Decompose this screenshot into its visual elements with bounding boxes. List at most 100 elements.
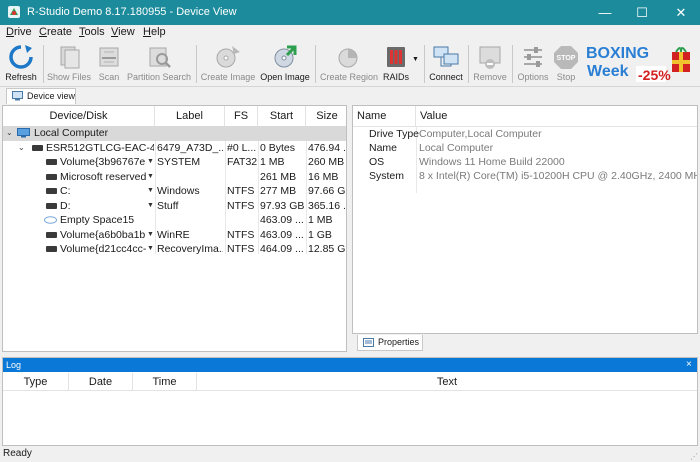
svg-text:Week: Week [587, 63, 629, 80]
table-row[interactable]: ⌄ ESR512GTLCG-EAC-4... 6479_A73D_... #0 … [3, 141, 346, 156]
remove-icon [479, 46, 501, 69]
app-icon [8, 6, 20, 18]
property-row[interactable]: System 8 x Intel(R) Core(TM) i5-10200H C… [353, 169, 697, 183]
toolbar-separator [512, 45, 513, 83]
empty-space-icon [44, 216, 57, 224]
menu-drive[interactable]: Drive [6, 26, 32, 38]
log-panel: Log × Type Date Time Text [2, 357, 698, 446]
scan-button[interactable]: Scan [93, 41, 125, 87]
collapse-icon[interactable]: ⌄ [18, 143, 25, 152]
computer-icon [17, 128, 30, 138]
create-image-icon [216, 46, 240, 68]
column-header-label[interactable]: Label [155, 106, 225, 127]
column-header-value[interactable]: Value [416, 106, 697, 127]
properties-icon [363, 338, 374, 347]
table-row[interactable]: Empty Space15 463.09 ... 1 MB [3, 213, 346, 228]
view-tab-strip: Device view [0, 87, 700, 104]
dropdown-arrow-icon[interactable]: ▼ [147, 231, 154, 238]
raids-button[interactable]: RAIDs [381, 41, 411, 87]
property-row[interactable]: Name Local Computer [353, 141, 697, 155]
svg-text:STOP: STOP [557, 55, 576, 62]
svg-text:BOXING: BOXING [586, 45, 649, 62]
status-text: Ready [3, 448, 32, 459]
column-header-name[interactable]: Name [353, 106, 416, 127]
disk-icon [46, 159, 57, 165]
partition-search-button[interactable]: Partition Search [126, 41, 192, 87]
maximize-button[interactable]: ☐ [625, 0, 659, 25]
table-row[interactable]: D: ▼ Stuff NTFS 97.93 GB 365.16 ... [3, 199, 346, 214]
device-view-icon [12, 91, 23, 101]
dropdown-arrow-icon[interactable]: ▼ [147, 173, 154, 180]
toolbar-separator [196, 45, 197, 83]
toolbar-separator [424, 45, 425, 83]
menu-tools[interactable]: Tools [79, 26, 105, 38]
column-header-type[interactable]: Type [3, 373, 69, 391]
log-title-bar: Log × [3, 358, 697, 372]
column-header-text[interactable]: Text [197, 373, 697, 391]
disk-icon [46, 173, 57, 180]
column-header-size[interactable]: Size [306, 106, 346, 127]
column-header-fs[interactable]: FS [225, 106, 258, 127]
resize-grip-icon[interactable]: ⋰ [690, 452, 698, 461]
close-button[interactable]: ✕ [664, 0, 698, 25]
toolbar-separator [43, 45, 44, 83]
status-bar: Ready ⋰ [0, 447, 700, 462]
title-bar: R-Studio Demo 8.17.180955 - Device View … [0, 0, 700, 25]
tab-properties[interactable]: Properties [357, 335, 423, 351]
dropdown-arrow-icon[interactable]: ▼ [147, 202, 154, 209]
show-files-icon [60, 46, 80, 69]
dropdown-arrow-icon[interactable]: ▼ [147, 187, 154, 194]
column-header-start[interactable]: Start [258, 106, 306, 127]
refresh-button[interactable]: Refresh [2, 41, 40, 87]
table-row[interactable]: Volume{3b96767e... ▼ SYSTEM FAT32 1 MB 2… [3, 155, 346, 170]
disk-icon [46, 188, 57, 194]
menu-help[interactable]: Help [143, 26, 166, 38]
toolbar-separator [468, 45, 469, 83]
tree-row-local-computer[interactable]: ⌄ Local Computer [3, 126, 346, 141]
open-image-icon [274, 45, 297, 68]
table-row[interactable]: Volume{d21cc4cc-... ▼ RecoveryIma... NTF… [3, 242, 346, 257]
table-row[interactable]: Volume{a6b0ba1b... ▼ WinRE NTFS 463.09 .… [3, 228, 346, 243]
column-header-time[interactable]: Time [133, 373, 197, 391]
svg-text:-25%: -25% [638, 67, 671, 83]
menu-view[interactable]: View [111, 26, 135, 38]
stop-button[interactable]: STOP Stop [552, 41, 580, 87]
disk-icon [32, 144, 43, 151]
stop-icon: STOP [554, 46, 578, 69]
menu-bar: Drive Create Tools View Help [0, 25, 700, 41]
dropdown-arrow-icon[interactable]: ▼ [147, 158, 154, 165]
boxing-week-promo-banner[interactable]: BOXING Week -25% [584, 42, 696, 86]
open-image-button[interactable]: Open Image [259, 41, 311, 87]
properties-panel: Name Value Drive Type Computer,Local Com… [352, 105, 698, 334]
scan-icon [99, 47, 119, 67]
disk-icon [46, 231, 57, 238]
toolbar: Refresh Show Files Scan Partition Search [0, 41, 700, 87]
menu-create[interactable]: Create [39, 26, 72, 38]
show-files-button[interactable]: Show Files [46, 41, 92, 87]
create-image-button[interactable]: Create Image [200, 41, 256, 87]
column-header-date[interactable]: Date [69, 373, 133, 391]
raids-icon [387, 47, 405, 67]
property-row[interactable]: Drive Type Computer,Local Computer [353, 127, 697, 141]
disk-icon [46, 202, 57, 209]
device-tree-panel: ︿ Device/Disk Label FS Start Size ⌄ Local… [2, 105, 347, 352]
column-header-device-disk[interactable]: ︿ Device/Disk [3, 106, 155, 127]
close-icon[interactable]: × [686, 358, 692, 372]
table-row[interactable]: C: ▼ Windows NTFS 277 MB 97.66 GB [3, 184, 346, 199]
remove-button[interactable]: Remove [471, 41, 509, 87]
collapse-icon[interactable]: ⌄ [6, 128, 13, 137]
create-region-button[interactable]: Create Region [319, 41, 379, 87]
sort-ascending-icon: ︿ [74, 111, 81, 118]
toolbar-separator [315, 45, 316, 83]
connect-button[interactable]: Connect [427, 41, 465, 87]
property-row[interactable]: OS Windows 11 Home Build 22000 [353, 155, 697, 169]
table-row[interactable]: Microsoft reserved... ▼ 261 MB 16 MB [3, 170, 346, 185]
minimize-button[interactable]: — [588, 0, 622, 25]
window-title: R-Studio Demo 8.17.180955 - Device View [27, 6, 237, 18]
tab-device-view[interactable]: Device view [6, 88, 76, 104]
dropdown-arrow-icon[interactable]: ▼ [147, 245, 154, 252]
options-icon [524, 47, 542, 67]
options-button[interactable]: Options [515, 41, 551, 87]
disk-icon [46, 246, 57, 252]
raids-dropdown-arrow[interactable]: ▼ [412, 56, 419, 63]
